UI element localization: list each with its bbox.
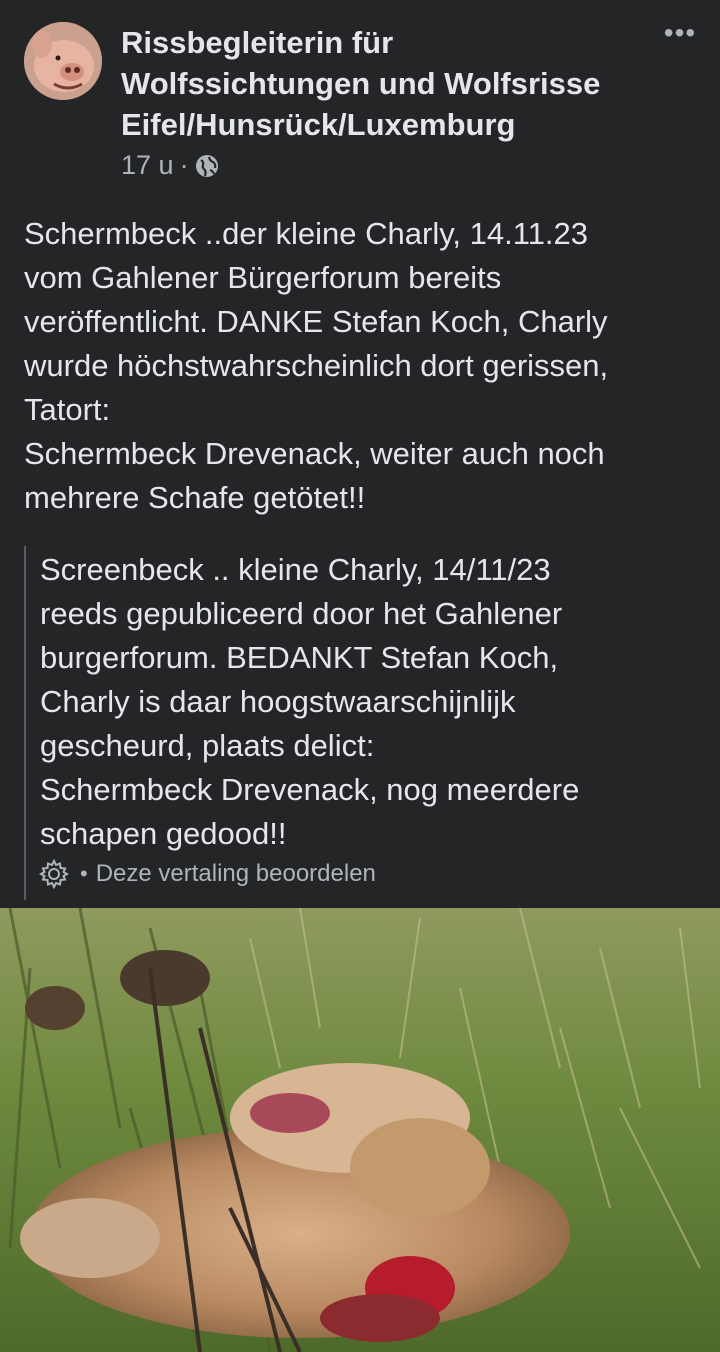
post-meta: 17 u ·: [121, 150, 219, 181]
rate-translation-link[interactable]: Deze vertaling beoordelen: [96, 860, 376, 888]
meta-separator: ·: [179, 150, 189, 180]
rate-translation-row[interactable]: • Deze vertaling beoordelen: [38, 858, 376, 890]
post-text: Schermbeck ..der kleine Charly, 14.11.23…: [24, 216, 609, 515]
group-avatar[interactable]: [24, 22, 102, 100]
group-name[interactable]: Rissbegleiterin für Wolfssichtungen und …: [121, 22, 641, 145]
post-photo[interactable]: [0, 908, 720, 1352]
more-options-button[interactable]: •••: [660, 18, 700, 48]
translation-text: Screenbeck .. kleine Charly, 14/11/23 re…: [40, 552, 580, 851]
post-header: Rissbegleiterin für Wolfssichtungen und …: [0, 0, 720, 200]
globe-icon[interactable]: [195, 154, 219, 178]
avatar-image: [24, 22, 102, 100]
post-time[interactable]: 17 u: [121, 150, 174, 181]
gear-icon[interactable]: [38, 858, 70, 890]
translation-block: Screenbeck .. kleine Charly, 14/11/23 re…: [24, 546, 706, 900]
dead-animal-photo: [0, 908, 720, 1352]
rate-separator: •: [80, 861, 88, 886]
